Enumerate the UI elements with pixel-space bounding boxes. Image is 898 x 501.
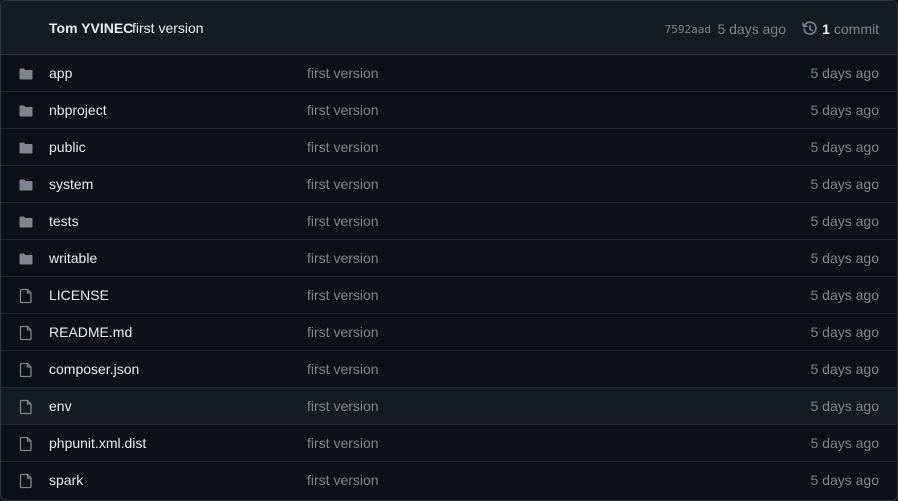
file-commit-message[interactable]: first version xyxy=(307,65,379,81)
commit-age: 5 days ago xyxy=(717,21,787,37)
file-commit-age: 5 days ago xyxy=(810,65,880,81)
file-commit-message[interactable]: first version xyxy=(307,102,379,118)
file-name-link[interactable]: app xyxy=(49,65,72,81)
file-commit-age: 5 days ago xyxy=(810,287,880,303)
file-row[interactable]: composer.json first version 5 days ago xyxy=(1,350,897,387)
file-commit-message[interactable]: first version xyxy=(307,213,379,229)
file-commit-message[interactable]: first version xyxy=(307,361,379,377)
file-name-link[interactable]: public xyxy=(49,139,86,155)
file-row[interactable]: tests first version 5 days ago xyxy=(1,202,897,239)
file-commit-age: 5 days ago xyxy=(810,398,880,414)
file-icon xyxy=(18,362,34,378)
commit-sha[interactable]: 7592aad xyxy=(665,23,711,36)
author-avatar[interactable] xyxy=(17,18,37,38)
file-row[interactable]: writable first version 5 days ago xyxy=(1,239,897,276)
folder-icon xyxy=(18,140,34,156)
folder-icon xyxy=(18,251,34,267)
file-commit-message[interactable]: first version xyxy=(307,324,379,340)
history-icon xyxy=(802,21,817,35)
file-commit-age: 5 days ago xyxy=(810,435,880,451)
file-commit-message[interactable]: first version xyxy=(307,139,379,155)
file-name-link[interactable]: env xyxy=(49,398,72,414)
folder-icon xyxy=(18,66,34,82)
file-icon xyxy=(18,473,34,489)
file-row[interactable]: README.md first version 5 days ago xyxy=(1,313,897,350)
file-commit-age: 5 days ago xyxy=(810,361,880,377)
file-commit-message[interactable]: first version xyxy=(307,435,379,451)
latest-commit-bar: Tom YVINEC first version 7592aad 5 days … xyxy=(1,1,897,55)
file-row[interactable]: phpunit.xml.dist first version 5 days ago xyxy=(1,424,897,461)
file-name-link[interactable]: README.md xyxy=(49,324,132,340)
file-icon xyxy=(18,399,34,415)
file-name-link[interactable]: writable xyxy=(49,250,97,266)
file-commit-age: 5 days ago xyxy=(810,102,880,118)
file-icon xyxy=(18,325,34,341)
file-row[interactable]: public first version 5 days ago xyxy=(1,128,897,165)
commit-author[interactable]: Tom YVINEC xyxy=(49,20,133,36)
file-commit-age: 5 days ago xyxy=(810,139,880,155)
file-icon xyxy=(18,436,34,452)
file-commit-message[interactable]: first version xyxy=(307,287,379,303)
file-commit-age: 5 days ago xyxy=(810,213,880,229)
commit-message[interactable]: first version xyxy=(132,20,204,36)
file-name-link[interactable]: phpunit.xml.dist xyxy=(49,435,146,451)
folder-icon xyxy=(18,177,34,193)
commit-history-link[interactable]: 1 commit xyxy=(802,19,879,39)
file-commit-age: 5 days ago xyxy=(810,472,880,488)
file-commit-message[interactable]: first version xyxy=(307,176,379,192)
file-row[interactable]: spark first version 5 days ago xyxy=(1,461,897,498)
file-list: app first version 5 days ago nbproject first… xyxy=(1,55,897,498)
file-name-link[interactable]: nbproject xyxy=(49,102,107,118)
file-commit-age: 5 days ago xyxy=(810,250,880,266)
commit-label: commit xyxy=(833,21,879,37)
file-commit-message[interactable]: first version xyxy=(307,472,379,488)
file-browser: Tom YVINEC first version 7592aad 5 days … xyxy=(0,0,898,501)
folder-icon xyxy=(18,103,34,119)
file-row[interactable]: LICENSE first version 5 days ago xyxy=(1,276,897,313)
file-commit-age: 5 days ago xyxy=(810,324,880,340)
folder-icon xyxy=(18,214,34,230)
file-commit-age: 5 days ago xyxy=(810,176,880,192)
file-row[interactable]: app first version 5 days ago xyxy=(1,55,897,91)
commit-count: 1 xyxy=(822,21,830,37)
file-name-link[interactable]: system xyxy=(49,176,93,192)
file-commit-message[interactable]: first version xyxy=(307,250,379,266)
file-name-link[interactable]: composer.json xyxy=(49,361,139,377)
file-row[interactable]: system first version 5 days ago xyxy=(1,165,897,202)
file-name-link[interactable]: spark xyxy=(49,472,83,488)
file-commit-message[interactable]: first version xyxy=(307,398,379,414)
file-row[interactable]: env first version 5 days ago xyxy=(1,387,897,424)
file-icon xyxy=(18,288,34,304)
file-row[interactable]: nbproject first version 5 days ago xyxy=(1,91,897,128)
file-name-link[interactable]: LICENSE xyxy=(49,287,109,303)
file-name-link[interactable]: tests xyxy=(49,213,79,229)
